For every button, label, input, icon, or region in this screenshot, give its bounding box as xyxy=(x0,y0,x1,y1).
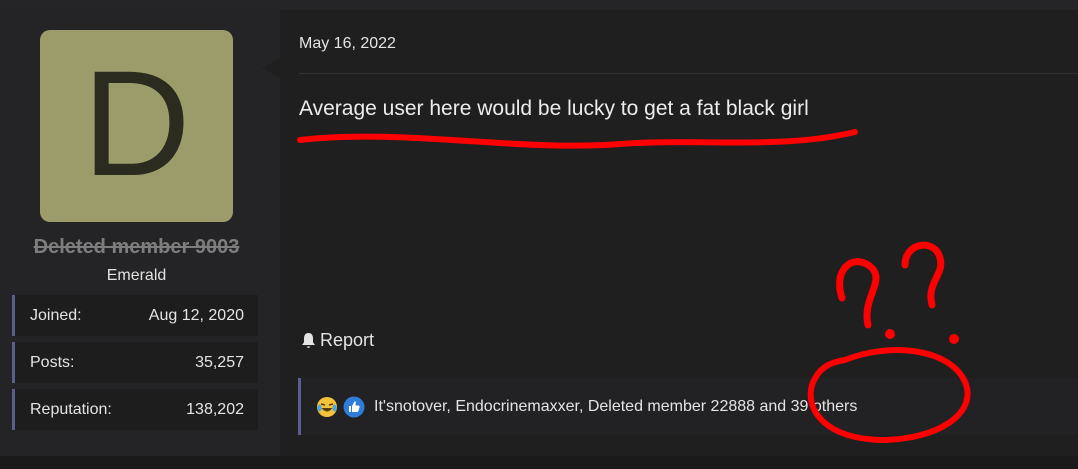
user-title: Emerald xyxy=(106,267,167,284)
avatar[interactable]: D xyxy=(40,30,233,222)
stat-posts: Posts: 35,257 xyxy=(12,342,258,383)
stat-joined: Joined: Aug 12, 2020 xyxy=(12,295,258,336)
stat-label: Joined: xyxy=(30,306,82,324)
stat-value: 138,202 xyxy=(186,400,244,418)
report-button[interactable]: Report xyxy=(300,330,374,351)
divider xyxy=(0,456,1078,469)
sidebar-pointer xyxy=(262,58,280,78)
divider xyxy=(299,73,1078,74)
reaction-users-link[interactable]: It'snotover, Endocrinemaxxer, Deleted me… xyxy=(374,398,857,416)
post-body: Average user here would be lucky to get … xyxy=(299,97,809,120)
stat-value: 35,257 xyxy=(195,353,244,371)
stat-label: Reputation: xyxy=(30,400,112,418)
stat-value: Aug 12, 2020 xyxy=(148,306,244,324)
bell-icon xyxy=(300,332,317,350)
avatar-letter: D xyxy=(82,39,191,207)
post-date[interactable]: May 16, 2022 xyxy=(299,35,396,53)
stat-label: Posts: xyxy=(30,353,75,371)
username[interactable]: Deleted member 9003 xyxy=(0,236,273,259)
stat-reputation: Reputation: 138,202 xyxy=(12,389,258,430)
reactions-bar[interactable]: It'snotover, Endocrinemaxxer, Deleted me… xyxy=(298,378,1078,435)
report-label: Report xyxy=(320,330,375,350)
crying-laughing-emoji-icon xyxy=(316,396,338,418)
thumbs-up-icon xyxy=(343,396,365,418)
